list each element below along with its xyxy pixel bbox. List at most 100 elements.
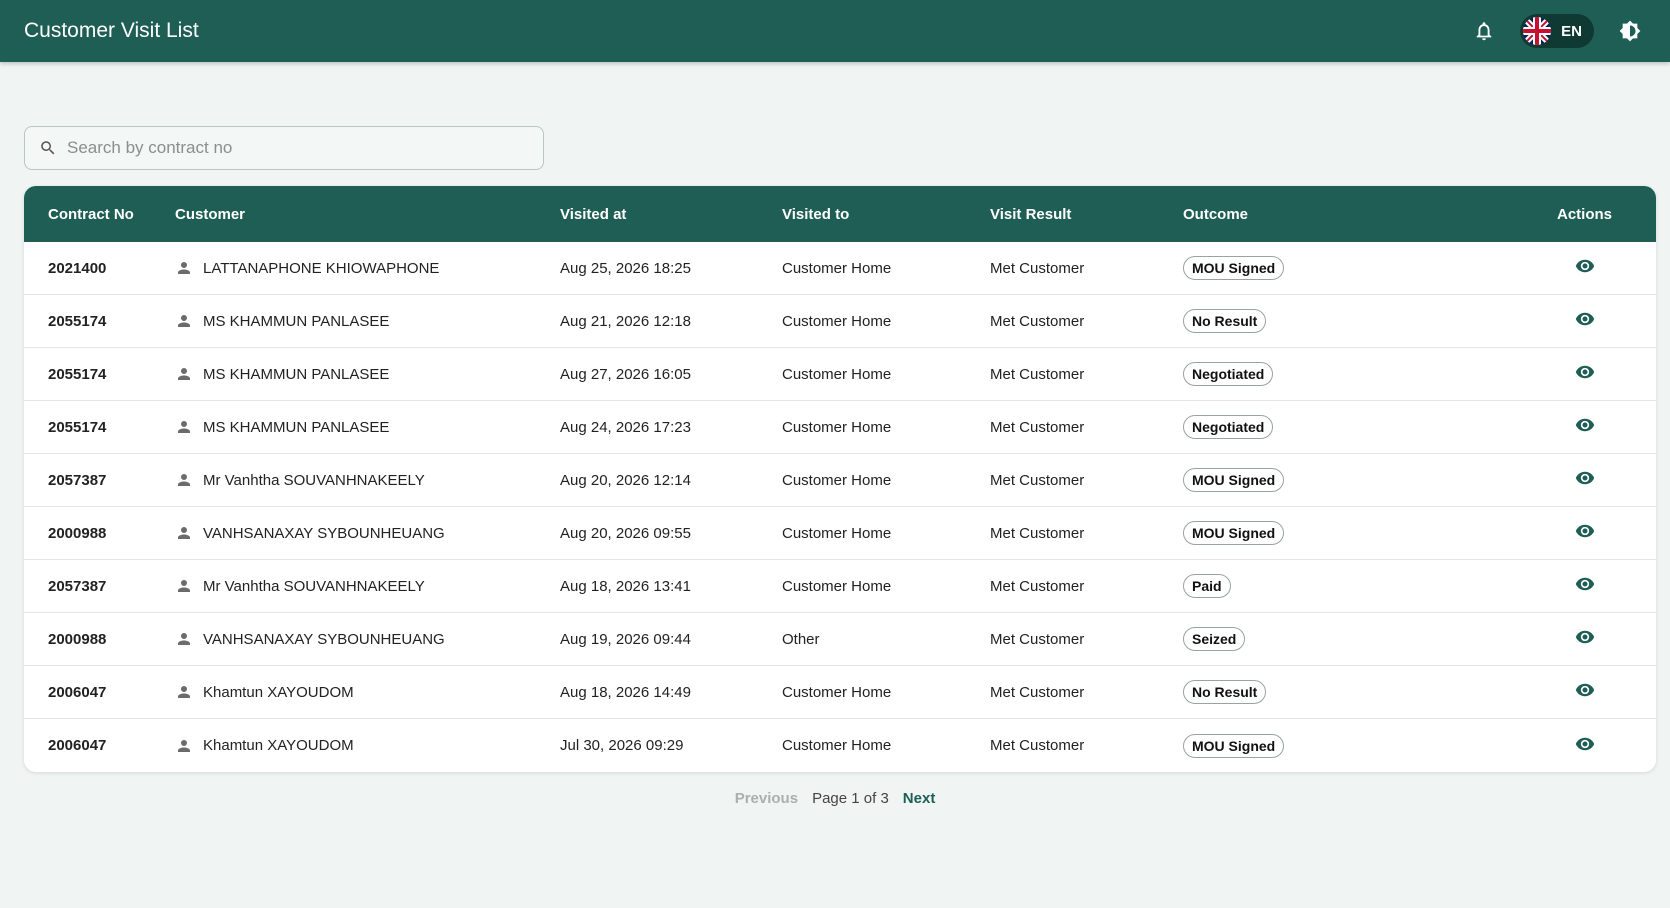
column-header-visited-to[interactable]: Visited to [782, 206, 990, 223]
contract-no-cell: 2057387 [48, 577, 107, 595]
contract-no-cell: 2057387 [48, 471, 107, 489]
visit-result-cell: Met Customer [990, 418, 1085, 436]
search-box[interactable] [24, 126, 544, 170]
table-row[interactable]: 2057387 Mr Vanhtha SOUVANHNAKEELY Aug 18… [24, 560, 1656, 613]
contract-no-cell: 2055174 [48, 418, 107, 436]
table-row[interactable]: 2055174 MS KHAMMUN PANLASEE Aug 21, 2026… [24, 295, 1656, 348]
visited-to-cell: Other [782, 630, 820, 648]
language-switcher[interactable]: EN [1520, 14, 1594, 48]
customer-cell: LATTANAPHONE KHIOWAPHONE [175, 259, 560, 277]
view-button[interactable] [1575, 734, 1595, 754]
notifications-button[interactable] [1468, 15, 1500, 47]
column-header-customer[interactable]: Customer [175, 206, 560, 223]
person-icon [178, 527, 190, 539]
visit-result-cell: Met Customer [990, 737, 1085, 754]
table-row[interactable]: 2055174 MS KHAMMUN PANLASEE Aug 27, 2026… [24, 348, 1656, 401]
person-icon [178, 262, 190, 274]
outcome-cell: No Result [1183, 309, 1513, 333]
customer-name: Mr Vanhtha SOUVANHNAKEELY [203, 577, 425, 595]
visit-result-cell: Met Customer [990, 312, 1085, 330]
person-icon [178, 739, 190, 752]
visited-at-cell: Aug 24, 2026 17:23 [560, 418, 691, 436]
contract-no-cell: 2021400 [48, 259, 107, 277]
visited-to-cell: Customer Home [782, 471, 892, 489]
table-row[interactable]: 2006047 Khamtun XAYOUDOM Aug 18, 2026 14… [24, 666, 1656, 719]
table-row[interactable]: 2021400 LATTANAPHONE KHIOWAPHONE Aug 25,… [24, 242, 1656, 295]
outcome-badge: Negotiated [1183, 415, 1274, 439]
customer-name: VANHSANAXAY SYBOUNHEUANG [203, 630, 445, 648]
customer-name: Khamtun XAYOUDOM [203, 737, 354, 754]
outcome-badge: Paid [1183, 574, 1231, 598]
view-button[interactable] [1575, 627, 1595, 647]
customer-name: Khamtun XAYOUDOM [203, 683, 354, 701]
visited-at-cell: Aug 18, 2026 13:41 [560, 577, 691, 595]
outcome-badge: MOU Signed [1183, 468, 1285, 492]
visited-at-cell: Jul 30, 2026 09:29 [560, 737, 684, 754]
visited-at-cell: Aug 25, 2026 18:25 [560, 259, 691, 277]
outcome-cell: MOU Signed [1183, 256, 1513, 280]
pagination: Previous Page 1 of 3 Next [24, 790, 1646, 807]
outcome-cell: Negotiated [1183, 362, 1513, 386]
theme-toggle-button[interactable] [1614, 15, 1646, 47]
view-button[interactable] [1575, 256, 1595, 276]
contract-no-cell: 2006047 [48, 683, 107, 701]
page-info: Page 1 of 3 [812, 790, 889, 807]
page-title: Customer Visit List [24, 19, 199, 42]
uk-flag-icon [1523, 17, 1552, 45]
outcome-badge: No Result [1183, 309, 1267, 333]
visited-at-cell: Aug 20, 2026 09:55 [560, 524, 691, 542]
table-row[interactable]: 2000988 VANHSANAXAY SYBOUNHEUANG Aug 19,… [24, 613, 1656, 666]
person-icon [178, 686, 190, 698]
customer-cell: VANHSANAXAY SYBOUNHEUANG [175, 524, 560, 542]
eye-icon [1575, 312, 1594, 326]
outcome-cell: Paid [1183, 574, 1513, 598]
view-button[interactable] [1575, 362, 1595, 382]
previous-page-button[interactable]: Previous [735, 790, 798, 807]
view-button[interactable] [1575, 415, 1595, 435]
person-icon [178, 421, 190, 433]
view-button[interactable] [1575, 680, 1595, 700]
actions-cell [1513, 734, 1656, 758]
visit-result-cell: Met Customer [990, 683, 1085, 701]
actions-cell [1513, 627, 1656, 651]
contract-no-cell: 2055174 [48, 312, 107, 330]
view-button[interactable] [1575, 574, 1595, 594]
customer-cell: MS KHAMMUN PANLASEE [175, 418, 560, 436]
column-header-contract-no[interactable]: Contract No [24, 206, 175, 223]
outcome-badge: MOU Signed [1183, 521, 1285, 545]
outcome-cell: MOU Signed [1183, 733, 1513, 758]
person-icon [178, 315, 190, 327]
table-row[interactable]: 2057387 Mr Vanhtha SOUVANHNAKEELY Aug 20… [24, 454, 1656, 507]
search-icon [41, 141, 55, 155]
next-page-button[interactable]: Next [903, 790, 936, 807]
eye-icon [1575, 259, 1594, 273]
customer-name: LATTANAPHONE KHIOWAPHONE [203, 259, 440, 277]
eye-icon [1575, 418, 1594, 432]
eye-icon [1575, 365, 1594, 379]
customer-cell: VANHSANAXAY SYBOUNHEUANG [175, 630, 560, 648]
eye-icon [1575, 630, 1594, 644]
view-button[interactable] [1575, 521, 1595, 541]
visited-at-cell: Aug 18, 2026 14:49 [560, 683, 691, 701]
eye-icon [1575, 524, 1594, 538]
person-icon [178, 580, 190, 592]
customer-cell: MS KHAMMUN PANLASEE [175, 312, 560, 330]
language-code: EN [1561, 22, 1582, 40]
outcome-cell: Seized [1183, 627, 1513, 651]
actions-cell [1513, 680, 1656, 704]
app-bar-actions: EN [1468, 14, 1646, 48]
outcome-badge: No Result [1183, 680, 1267, 704]
table-row[interactable]: 2006047 Khamtun XAYOUDOM Jul 30, 2026 09… [24, 719, 1656, 772]
column-header-visited-at[interactable]: Visited at [560, 206, 782, 223]
visited-to-cell: Customer Home [782, 683, 892, 701]
actions-cell [1513, 256, 1656, 280]
view-button[interactable] [1575, 309, 1595, 329]
outcome-cell: MOU Signed [1183, 468, 1513, 492]
column-header-visit-result[interactable]: Visit Result [990, 206, 1183, 223]
outcome-badge: Negotiated [1183, 362, 1274, 386]
search-input[interactable] [67, 138, 529, 158]
table-row[interactable]: 2000988 VANHSANAXAY SYBOUNHEUANG Aug 20,… [24, 507, 1656, 560]
column-header-outcome[interactable]: Outcome [1183, 206, 1513, 223]
view-button[interactable] [1575, 468, 1595, 488]
table-row[interactable]: 2055174 MS KHAMMUN PANLASEE Aug 24, 2026… [24, 401, 1656, 454]
